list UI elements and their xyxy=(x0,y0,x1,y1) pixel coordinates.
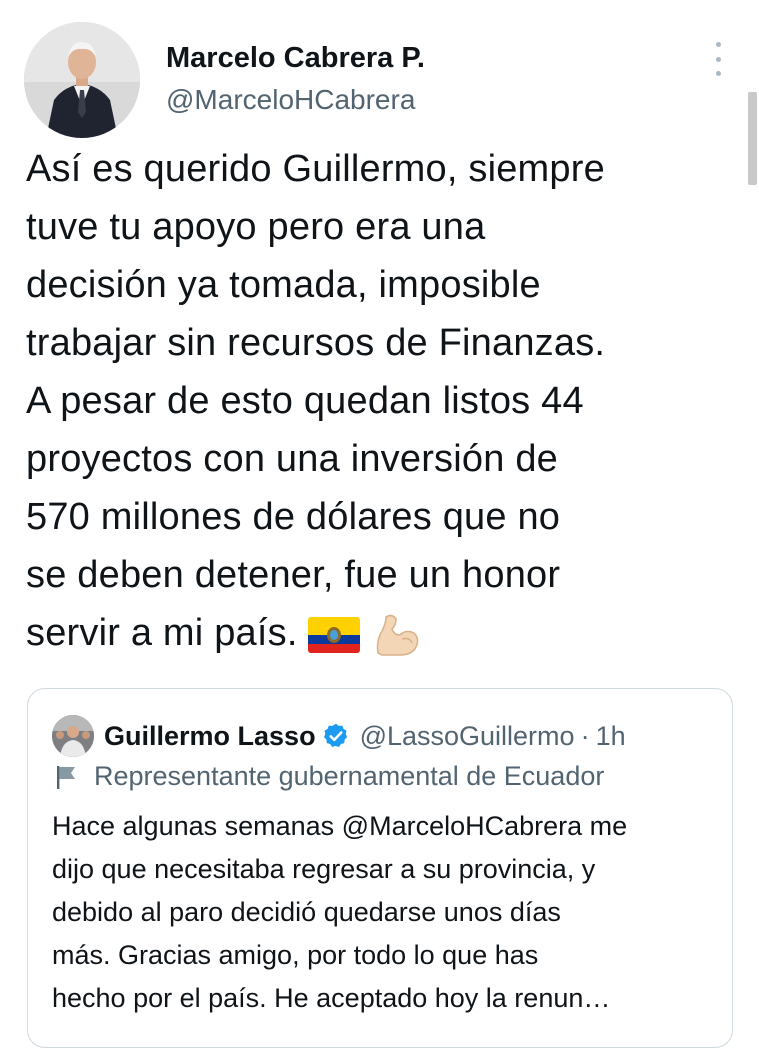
quoted-display-name[interactable]: Guillermo Lasso xyxy=(104,721,316,752)
tweet-header: Marcelo Cabrera P. @MarceloHCabrera xyxy=(24,22,736,138)
quoted-author-avatar[interactable] xyxy=(52,715,94,757)
more-vertical-icon[interactable] xyxy=(706,42,730,76)
dot-separator: · xyxy=(580,720,590,751)
affiliation-label-row: Representante gubernamental de Ecuador xyxy=(52,761,604,792)
author-handle[interactable]: @MarceloHCabrera xyxy=(166,82,425,118)
quoted-tweet-header: Guillermo Lasso @LassoGuillermo · 1h xyxy=(52,715,626,757)
scrollbar-thumb[interactable] xyxy=(748,92,757,185)
author-avatar[interactable] xyxy=(24,22,140,138)
tweet-text: Así es querido Guillermo, siempre tuve t… xyxy=(26,148,606,654)
tweet-body: Así es querido Guillermo, siempre tuve t… xyxy=(26,140,738,662)
quoted-tweet-text: Hace algunas semanas @MarceloHCabrera me… xyxy=(52,811,628,1013)
affiliation-label: Representante gubernamental de Ecuador xyxy=(94,761,605,791)
verified-badge-icon xyxy=(322,722,350,750)
quoted-timestamp[interactable]: 1h xyxy=(596,721,626,752)
tweet-emojis xyxy=(307,613,420,657)
ecuador-flag-emoji xyxy=(307,616,360,653)
flag-icon xyxy=(52,763,80,791)
flexed-biceps-emoji xyxy=(372,613,420,657)
quoted-tweet[interactable]: Guillermo Lasso @LassoGuillermo · 1h Rep… xyxy=(27,688,733,1048)
author-display-name[interactable]: Marcelo Cabrera P. xyxy=(166,40,425,76)
quoted-handle[interactable]: @LassoGuillermo xyxy=(360,721,575,752)
